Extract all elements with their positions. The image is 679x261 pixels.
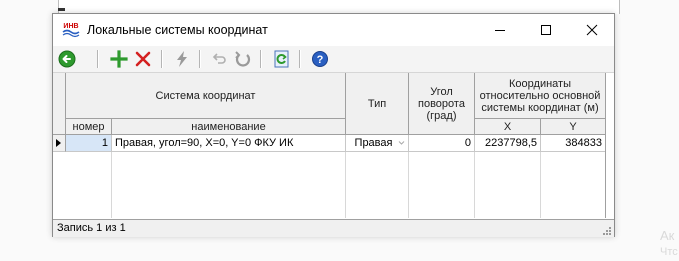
row-indicator[interactable] bbox=[53, 135, 66, 152]
cell-number[interactable]: 1 bbox=[66, 135, 112, 152]
toolbar-separator bbox=[299, 50, 301, 68]
background-dash bbox=[58, 8, 65, 11]
watermark-text: Ак bbox=[660, 228, 675, 243]
lightning-button[interactable] bbox=[172, 49, 192, 69]
grid-line bbox=[474, 152, 475, 218]
maximize-button[interactable] bbox=[523, 14, 569, 46]
help-icon: ? bbox=[312, 51, 328, 67]
title-bar[interactable]: ИНВ Локальные системы координат bbox=[53, 14, 614, 46]
status-bar: Запись 1 из 1 bbox=[53, 219, 614, 237]
app-logo-text: ИНВ bbox=[63, 23, 78, 30]
grid-line bbox=[540, 152, 541, 218]
cell-name[interactable]: Правая, угол=90, X=0, Y=0 ФКУ ИК bbox=[112, 135, 346, 152]
column-header-type[interactable]: Тип bbox=[346, 73, 409, 135]
cell-angle[interactable]: 0 bbox=[409, 135, 475, 152]
back-arrow-icon bbox=[58, 50, 76, 68]
close-icon bbox=[586, 24, 598, 36]
column-group-header: Система координат bbox=[66, 73, 346, 119]
app-logo-icon: ИНВ bbox=[61, 20, 81, 38]
minimize-icon bbox=[495, 30, 505, 31]
add-button[interactable] bbox=[109, 49, 129, 69]
window-title: Локальные системы координат bbox=[87, 23, 268, 37]
minimize-button[interactable] bbox=[477, 14, 523, 46]
record-counter: Запись 1 из 1 bbox=[57, 222, 126, 234]
cross-icon bbox=[135, 51, 151, 67]
undo-icon bbox=[212, 53, 226, 64]
row-indicator-header bbox=[53, 73, 66, 135]
close-button[interactable] bbox=[569, 14, 615, 46]
cell-type[interactable]: Правая bbox=[346, 135, 409, 152]
watermark-text-2: Чтс bbox=[660, 246, 678, 258]
column-header-x[interactable]: X bbox=[475, 119, 541, 135]
coordinate-systems-grid: Система координат номер наименование Тип… bbox=[53, 73, 614, 218]
column-header-number[interactable]: номер bbox=[66, 119, 112, 135]
column-group-header-coordinates: Координаты относительно основной системы… bbox=[475, 73, 606, 119]
refresh-button[interactable] bbox=[272, 49, 292, 69]
redo-button[interactable] bbox=[233, 49, 253, 69]
undo-button[interactable] bbox=[209, 49, 229, 69]
toolbar-separator bbox=[199, 50, 201, 68]
column-header-angle[interactable]: Угол поворота (град) bbox=[409, 73, 475, 135]
cell-y[interactable]: 384833 bbox=[541, 135, 606, 152]
plus-icon bbox=[110, 50, 128, 68]
delete-button[interactable] bbox=[133, 49, 153, 69]
grid-right-border bbox=[605, 73, 606, 218]
help-button[interactable]: ? bbox=[310, 49, 330, 69]
grid-line bbox=[345, 152, 346, 218]
background-window-edge bbox=[58, 0, 620, 14]
current-row-arrow-icon bbox=[56, 139, 61, 147]
redo-icon bbox=[235, 51, 251, 67]
dropdown-chevron-icon bbox=[398, 141, 405, 145]
toolbar-separator bbox=[260, 50, 262, 68]
coordinate-systems-window: ИНВ Локальные системы координат ? Систем… bbox=[52, 13, 615, 237]
svg-text:?: ? bbox=[317, 54, 324, 66]
toolbar: ? bbox=[53, 46, 614, 73]
back-button[interactable] bbox=[57, 49, 77, 69]
cell-type-value: Правая bbox=[354, 137, 393, 149]
maximize-icon bbox=[541, 25, 551, 35]
toolbar-separator bbox=[97, 50, 99, 68]
grid-line bbox=[111, 152, 112, 218]
cell-x[interactable]: 2237798,5 bbox=[475, 135, 541, 152]
refresh-icon bbox=[274, 50, 289, 68]
column-header-name[interactable]: наименование bbox=[112, 119, 346, 135]
grid-line bbox=[408, 152, 409, 218]
toolbar-separator bbox=[161, 50, 163, 68]
resize-grip-icon[interactable] bbox=[602, 225, 612, 235]
lightning-icon bbox=[177, 51, 187, 67]
column-header-y[interactable]: Y bbox=[541, 119, 606, 135]
